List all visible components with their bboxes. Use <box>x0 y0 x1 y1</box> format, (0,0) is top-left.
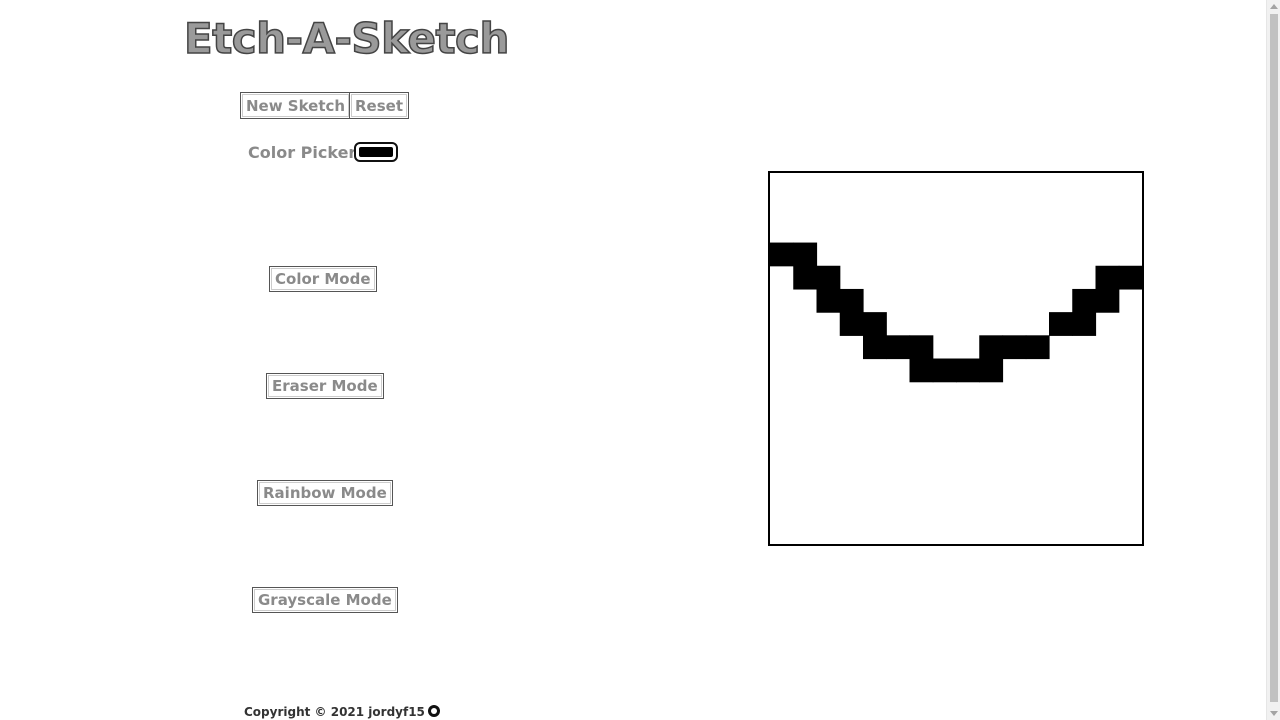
copyright-text: Copyright © 2021 jordyf15 <box>244 705 425 719</box>
sketch-cell[interactable] <box>886 335 911 360</box>
scroll-down-arrow-icon[interactable] <box>1270 711 1278 716</box>
sketch-grid[interactable] <box>768 171 1144 546</box>
color-picker-swatch <box>359 147 393 157</box>
sketch-cell[interactable] <box>1002 335 1027 360</box>
eraser-mode-button[interactable]: Eraser Mode <box>266 373 384 399</box>
sketch-cell[interactable] <box>979 358 1004 383</box>
sketch-cell[interactable] <box>863 312 887 336</box>
sketch-cell[interactable] <box>839 312 864 336</box>
sketch-cell[interactable] <box>1118 265 1142 290</box>
vertical-scrollbar[interactable] <box>1266 0 1280 720</box>
rainbow-mode-button[interactable]: Rainbow Mode <box>257 480 393 506</box>
reset-button[interactable]: Reset <box>349 92 409 119</box>
sketch-cell[interactable] <box>1095 265 1120 290</box>
color-picker-label: Color Picker: <box>248 143 363 162</box>
sketch-cell[interactable] <box>1095 288 1120 313</box>
sketch-cell[interactable] <box>839 288 864 313</box>
sketch-cell[interactable] <box>909 335 934 360</box>
sketch-canvas[interactable] <box>770 173 1142 544</box>
sketch-cell[interactable] <box>1049 312 1073 336</box>
new-sketch-button[interactable]: New Sketch <box>240 92 352 119</box>
grayscale-mode-button[interactable]: Grayscale Mode <box>252 587 398 613</box>
scroll-up-arrow-icon[interactable] <box>1270 4 1278 9</box>
sketch-cell[interactable] <box>1072 312 1097 336</box>
footer: Copyright © 2021 jordyf15 <box>244 703 440 720</box>
page-title: Etch-A-Sketch <box>183 13 510 64</box>
page: Etch-A-Sketch New Sketch Reset Color Pic… <box>0 0 1280 720</box>
sketch-cell[interactable] <box>816 265 841 290</box>
sketch-cell[interactable] <box>816 288 841 313</box>
sketch-cell[interactable] <box>770 242 794 267</box>
sketch-cell[interactable] <box>793 265 818 290</box>
color-picker-input[interactable] <box>354 142 398 162</box>
sketch-cell[interactable] <box>956 358 980 383</box>
sketch-cell[interactable] <box>863 335 887 360</box>
sketch-cell[interactable] <box>909 358 934 383</box>
sketch-cell[interactable] <box>1025 335 1050 360</box>
sketch-cell[interactable] <box>979 335 1004 360</box>
sketch-cell[interactable] <box>793 242 818 267</box>
github-icon[interactable] <box>427 705 440 717</box>
sketch-cell[interactable] <box>1072 288 1097 313</box>
sketch-cell[interactable] <box>932 358 957 383</box>
color-mode-button[interactable]: Color Mode <box>269 266 377 292</box>
scrollbar-thumb[interactable] <box>1270 14 1278 702</box>
